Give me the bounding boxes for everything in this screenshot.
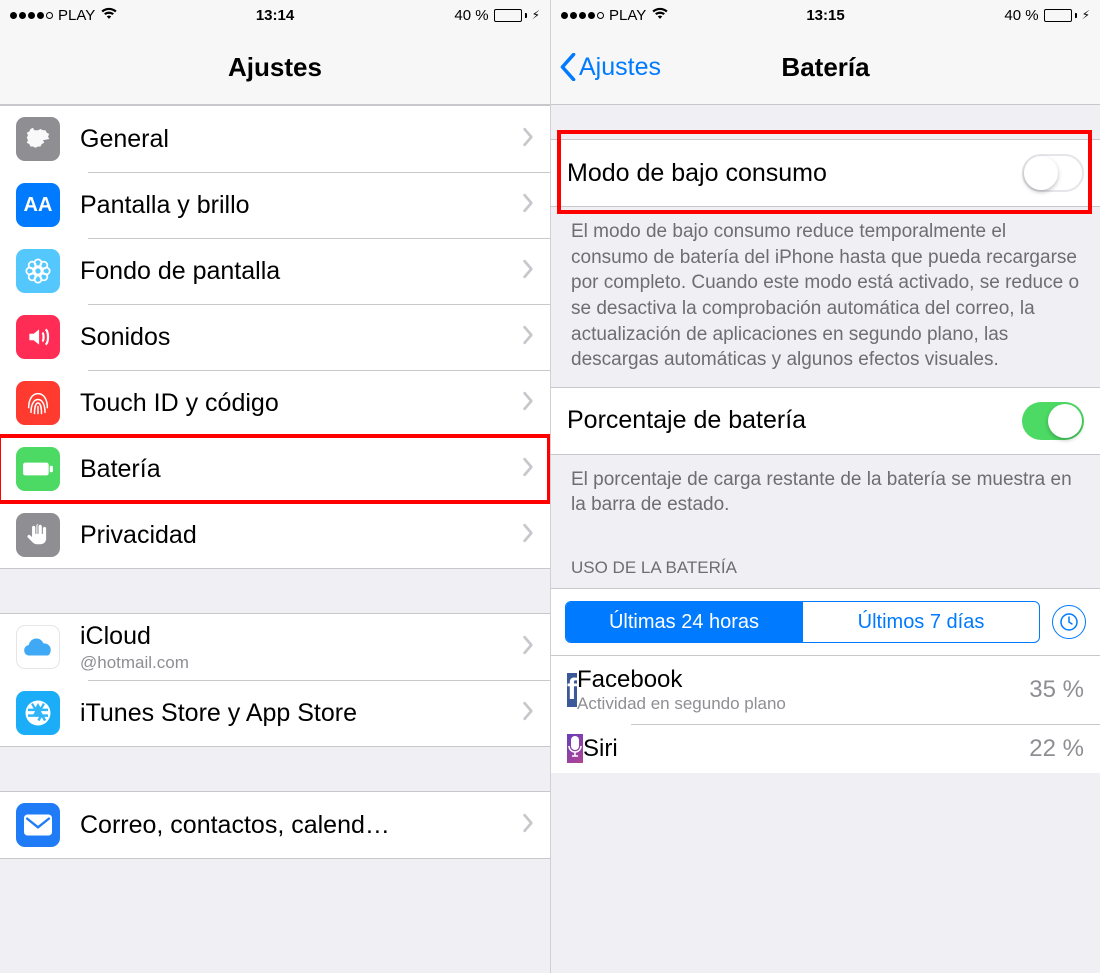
page-title: Ajustes [228, 52, 322, 83]
facebook-icon: f [567, 673, 577, 707]
usage-row[interactable]: fFacebookActividad en segundo plano35 % [551, 656, 1100, 724]
row-label: Correo, contactos, calend… [80, 811, 522, 840]
siri-icon [567, 734, 583, 763]
row-label: Fondo de pantalla [80, 257, 522, 286]
fingerprint-icon [16, 381, 60, 425]
app-name: Facebook [577, 666, 1029, 694]
app-name: Siri [583, 735, 1029, 763]
chevron-right-icon [522, 523, 534, 548]
settings-row-mail[interactable]: Correo, contactos, calend… [0, 792, 550, 858]
settings-screen: PLAY 13:14 40 % ⚡︎ Ajustes General AA Pant… [0, 0, 550, 973]
appstore-icon [16, 691, 60, 735]
settings-list[interactable]: General AA Pantalla y brillo Fondo de panta… [0, 105, 550, 973]
low-power-row[interactable]: Modo de bajo consumo [551, 140, 1100, 206]
speaker-icon [16, 315, 60, 359]
hand-icon [16, 513, 60, 557]
battery-pct-label: Porcentaje de batería [567, 406, 1022, 435]
status-time: 13:14 [0, 7, 550, 24]
row-label: Sonidos [80, 323, 522, 352]
segment-7d[interactable]: Últimos 7 días [802, 602, 1039, 642]
app-sub: Actividad en segundo plano [577, 694, 1029, 714]
flower-icon [16, 249, 60, 293]
low-power-label: Modo de bajo consumo [567, 159, 1022, 188]
status-bar: PLAY 13:14 40 % ⚡︎ [0, 0, 550, 30]
settings-row-flower[interactable]: Fondo de pantalla [0, 238, 550, 304]
chevron-right-icon [522, 635, 534, 660]
settings-row-speaker[interactable]: Sonidos [0, 304, 550, 370]
app-pct: 22 % [1029, 735, 1084, 763]
app-pct: 35 % [1029, 676, 1084, 704]
row-label: General [80, 125, 522, 154]
back-label: Ajustes [579, 53, 661, 82]
gear-icon [16, 117, 60, 161]
low-power-footer: El modo de bajo consumo reduce temporalm… [551, 207, 1100, 387]
row-label: Touch ID y código [80, 389, 522, 418]
settings-row-aa[interactable]: AA Pantalla y brillo [0, 172, 550, 238]
row-label: iCloud [80, 622, 522, 651]
chevron-right-icon [522, 127, 534, 152]
status-time: 13:15 [551, 7, 1100, 24]
row-sublabel: @hotmail.com [80, 653, 522, 673]
battery-pct-toggle[interactable] [1022, 402, 1084, 440]
usage-header: USO DE LA BATERÍA [551, 532, 1100, 588]
chevron-right-icon [522, 391, 534, 416]
chevron-right-icon [522, 325, 534, 350]
chevron-right-icon [522, 193, 534, 218]
settings-row-battery[interactable]: Batería [0, 436, 550, 502]
settings-row-fingerprint[interactable]: Touch ID y código [0, 370, 550, 436]
row-label: Pantalla y brillo [80, 191, 522, 220]
battery-icon [16, 447, 60, 491]
chevron-right-icon [522, 457, 534, 482]
clock-icon[interactable] [1052, 605, 1086, 639]
battery-pct-row[interactable]: Porcentaje de batería [551, 388, 1100, 454]
row-label: Privacidad [80, 521, 522, 550]
status-bar: PLAY 13:15 40 % ⚡︎ [551, 0, 1100, 30]
back-button[interactable]: Ajustes [559, 53, 661, 82]
segment-24h[interactable]: Últimas 24 horas [566, 602, 802, 642]
page-title: Batería [781, 52, 869, 83]
chevron-right-icon [522, 259, 534, 284]
icloud-icon [16, 625, 60, 669]
battery-pct-footer: El porcentaje de carga restante de la ba… [551, 455, 1100, 532]
battery-content[interactable]: Modo de bajo consumo El modo de bajo con… [551, 105, 1100, 973]
chevron-right-icon [522, 701, 534, 726]
battery-screen: PLAY 13:15 40 % ⚡︎ Ajustes Batería Modo … [550, 0, 1100, 973]
nav-bar: Ajustes [0, 30, 550, 105]
settings-row-appstore[interactable]: iTunes Store y App Store [0, 680, 550, 746]
chevron-right-icon [522, 813, 534, 838]
nav-bar: Ajustes Batería [551, 30, 1100, 105]
time-range-segment: Últimas 24 horas Últimos 7 días [551, 588, 1100, 656]
settings-row-gear[interactable]: General [0, 106, 550, 172]
low-power-toggle[interactable] [1022, 154, 1084, 192]
settings-row-hand[interactable]: Privacidad [0, 502, 550, 568]
aa-icon: AA [16, 183, 60, 227]
row-label: Batería [80, 455, 522, 484]
usage-row[interactable]: Siri22 % [551, 724, 1100, 773]
mail-icon [16, 803, 60, 847]
row-label: iTunes Store y App Store [80, 699, 522, 728]
settings-row-icloud[interactable]: iCloud@hotmail.com [0, 614, 550, 680]
